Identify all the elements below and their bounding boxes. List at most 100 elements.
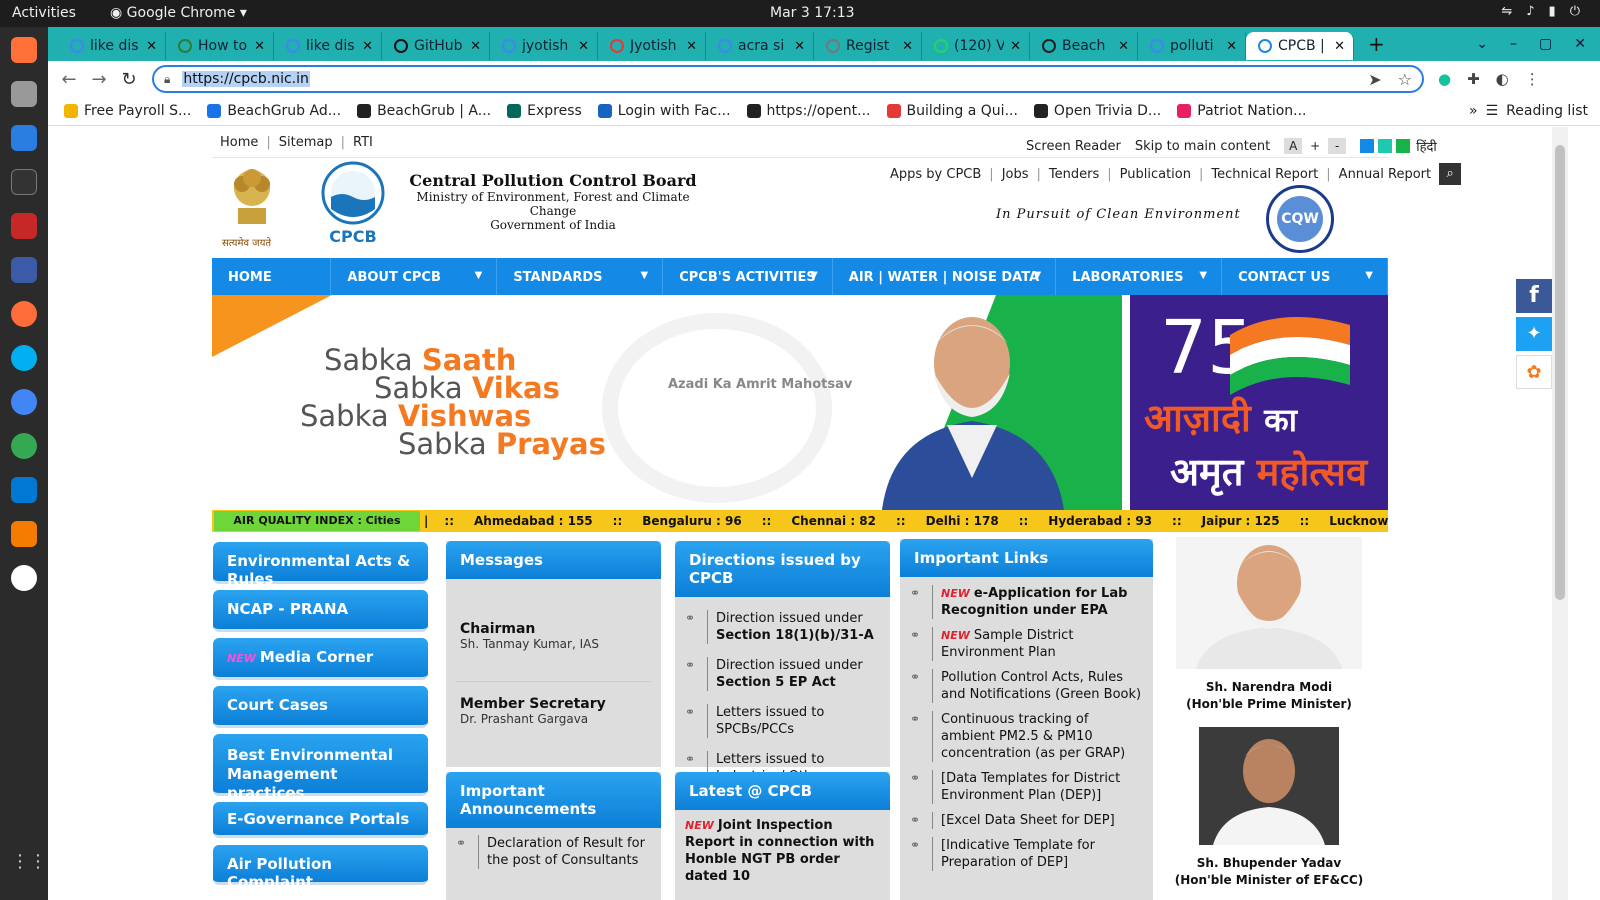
facebook-icon[interactable]: f [1516, 279, 1552, 313]
grammarly-icon[interactable]: ● [1438, 70, 1451, 88]
aqi-city[interactable]: Bengaluru : 96 [642, 514, 742, 528]
url-text[interactable]: https://cpcb.nic.in [182, 71, 310, 87]
message-member-secretary[interactable]: Member Secretary Dr. Prashant Gargava [446, 696, 661, 726]
bookmark-0[interactable]: Free Payroll S... [64, 103, 191, 119]
tab-close-icon[interactable]: ✕ [1226, 39, 1237, 54]
theme-green-button[interactable] [1396, 139, 1411, 153]
bookmark-star-icon[interactable]: ☆ [1398, 70, 1412, 89]
activities-button[interactable]: Activities [12, 5, 76, 21]
message-chairman[interactable]: Chairman Sh. Tanmay Kumar, IAS [446, 621, 661, 651]
util-link-rti[interactable]: RTI [353, 135, 373, 150]
tab-close-icon[interactable]: ✕ [254, 39, 265, 54]
tab-close-icon[interactable]: ✕ [794, 39, 805, 54]
mongodb-compass-icon[interactable] [11, 565, 37, 591]
tab-3[interactable]: GitHub ✕ [382, 32, 490, 60]
reading-list-button[interactable]: » ☰ Reading list [1469, 103, 1588, 119]
cpcb-logo[interactable]: CPCB [320, 161, 386, 246]
announcement-item[interactable]: ⚭ Declaration of Result for the post of C… [446, 828, 661, 871]
clock[interactable]: Mar 3 17:13 [770, 5, 855, 21]
direction-item[interactable]: ⚭ Direction issued under Section 5 EP Act [675, 650, 890, 697]
mysql-workbench-icon[interactable] [11, 257, 37, 283]
aqi-city[interactable]: Jaipur : 125 [1202, 514, 1280, 528]
left-menu-item-5[interactable]: E-Governance Portals [213, 802, 428, 838]
page-scrollbar[interactable] [1552, 127, 1568, 900]
postman-icon[interactable] [11, 301, 37, 327]
tab-10[interactable]: polluti ✕ [1138, 32, 1246, 60]
nav-item-2[interactable]: STANDARDS ▼ [497, 258, 664, 295]
bookmarks-more-icon[interactable]: » [1469, 103, 1478, 119]
tab-4[interactable]: jyotish ✕ [490, 32, 598, 60]
tab-9[interactable]: Beach ✕ [1030, 32, 1138, 60]
theme-blue-button[interactable] [1360, 139, 1375, 153]
tab-7[interactable]: Regist ✕ [814, 32, 922, 60]
aqi-city-list[interactable]: |:: Ahmedabad : 155:: Bengaluru : 96:: Chen… [424, 514, 1388, 528]
banner-slider[interactable]: Sabka Saath Sabka Vikas Sabka Vishwas Sa… [212, 295, 1122, 510]
left-menu-item-1[interactable]: NCAP - PRANA [213, 590, 428, 632]
top-link-tenders[interactable]: Tenders [1049, 167, 1099, 182]
lock-icon[interactable]: 🔒︎ [164, 72, 170, 87]
bookmark-2[interactable]: BeachGrub | A... [357, 103, 491, 119]
site-search-icon[interactable]: ⌕ [1439, 163, 1462, 185]
bookmark-1[interactable]: BeachGrub Ad... [207, 103, 341, 119]
bookmark-7[interactable]: Open Trivia D... [1033, 103, 1161, 119]
reload-icon[interactable]: ↻ [114, 69, 144, 90]
profile-avatar[interactable]: ◐ [1496, 70, 1509, 88]
important-link-item[interactable]: ⚭ NEW Sample District Environment Plan [900, 621, 1153, 663]
extensions-icon[interactable]: ✚ [1467, 70, 1480, 88]
aqi-city[interactable]: Hyderabad : 93 [1048, 514, 1152, 528]
tab-search-icon[interactable]: ⌄ [1476, 36, 1488, 52]
latest-item[interactable]: NEW Joint Inspection Report in connection… [675, 810, 890, 887]
back-icon[interactable]: ← [54, 69, 84, 90]
direction-item[interactable]: ⚭ Direction issued under Section 18(1)(b)/… [675, 603, 890, 650]
nav-item-5[interactable]: LABORATORIES ▼ [1056, 258, 1223, 295]
direction-item[interactable]: ⚭ Letters issued to SPCBs/PCCs [675, 697, 890, 744]
aqi-label[interactable]: AIR QUALITY INDEX : Cities [214, 511, 420, 531]
tab-close-icon[interactable]: ✕ [902, 39, 913, 54]
important-link-item[interactable]: ⚭ [Data Templates for District Environmen… [900, 764, 1153, 806]
forward-icon[interactable]: → [84, 69, 114, 90]
app-menu[interactable]: ◉ Google Chrome ▾ [110, 5, 247, 21]
screen-reader-link[interactable]: Screen Reader [1026, 139, 1121, 154]
aqi-city[interactable]: Chennai : 82 [791, 514, 876, 528]
font-reset-button[interactable]: A [1284, 138, 1303, 154]
util-link-home[interactable]: Home [220, 135, 258, 150]
tab-close-icon[interactable]: ✕ [146, 39, 157, 54]
tab-close-icon[interactable]: ✕ [470, 39, 481, 54]
left-menu-item-6[interactable]: Air Pollution Complaint [213, 845, 428, 891]
minimize-icon[interactable]: – [1510, 36, 1517, 52]
top-link-technical-report[interactable]: Technical Report [1211, 167, 1318, 182]
vscode-icon[interactable] [11, 477, 37, 503]
tab-5[interactable]: Jyotish ✕ [598, 32, 706, 60]
util-link-sitemap[interactable]: Sitemap [279, 135, 333, 150]
skype-icon[interactable] [11, 345, 37, 371]
tab-6[interactable]: acra si ✕ [706, 32, 814, 60]
left-menu-item-0[interactable]: Environmental Acts & Rules [213, 542, 428, 588]
tab-2[interactable]: like dis ✕ [274, 32, 382, 60]
nav-item-0[interactable]: HOME [212, 258, 332, 295]
bookmark-5[interactable]: https://opent... [746, 103, 871, 119]
hindi-link[interactable]: हिंदी [1416, 137, 1437, 155]
system-tray[interactable]: ⇋ ♪ ▮ ⏻ [1501, 4, 1580, 19]
scrollbar-thumb[interactable] [1555, 145, 1565, 600]
skip-to-content-link[interactable]: Skip to main content [1135, 139, 1270, 154]
font-increase-button[interactable]: + [1306, 138, 1325, 154]
close-window-icon[interactable]: ✕ [1574, 36, 1586, 52]
bookmark-8[interactable]: Patriot Nation... [1177, 103, 1307, 119]
text-editor-icon[interactable] [11, 125, 37, 151]
important-link-item[interactable]: ⚭ [Indicative Template for Preparation of… [900, 831, 1153, 873]
firefox-icon[interactable] [11, 37, 37, 63]
bookmark-6[interactable]: Building a Qui... [886, 103, 1018, 119]
app-grid-icon[interactable]: ⋮⋮ [11, 851, 47, 877]
tab-close-icon[interactable]: ✕ [578, 39, 589, 54]
left-menu-item-3[interactable]: Court Cases [213, 686, 428, 728]
top-link-annual-report[interactable]: Annual Report [1339, 167, 1431, 182]
chrome-icon[interactable] [11, 433, 37, 459]
send-icon[interactable]: ➤ [1368, 70, 1381, 89]
tab-8[interactable]: (120) V ✕ [922, 32, 1030, 60]
tab-close-icon[interactable]: ✕ [362, 39, 373, 54]
bookmark-4[interactable]: Login with Fac... [597, 103, 731, 119]
tab-close-icon[interactable]: ✕ [1334, 39, 1345, 54]
font-decrease-button[interactable]: - [1328, 138, 1347, 154]
aqi-city[interactable]: Delhi : 178 [926, 514, 999, 528]
aqi-city[interactable]: Ahmedabad : 155 [474, 514, 593, 528]
